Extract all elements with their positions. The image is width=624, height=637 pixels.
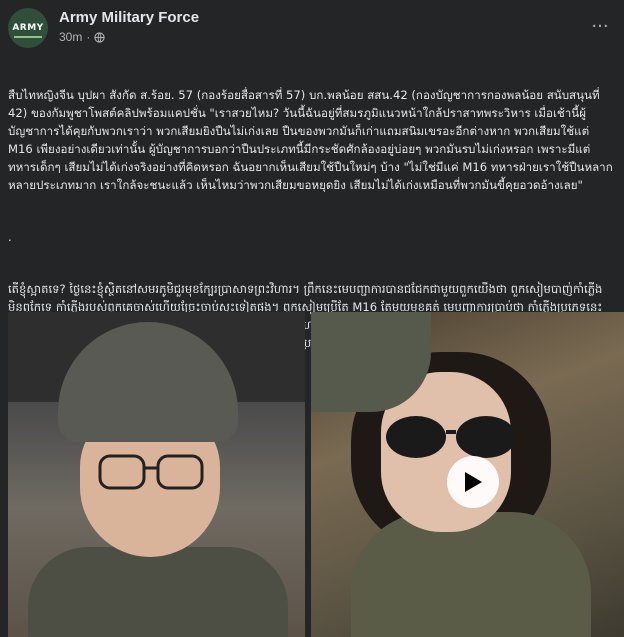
post-text-thai: สืบไทหญิงจีน บุปผา สังกัด ส.ร้อย. 57 (กอ…: [8, 88, 613, 192]
post-separator: .: [8, 230, 12, 244]
page-name-link[interactable]: Army Military Force: [59, 9, 199, 26]
page-avatar[interactable]: ARMY: [8, 8, 48, 48]
meta-separator-dot: ·: [86, 30, 91, 44]
post-header: ARMY Army Military Force 30m · ···: [0, 0, 624, 50]
sunglasses-icon: [386, 416, 516, 458]
post-photo-left[interactable]: [8, 312, 305, 637]
play-icon[interactable]: [447, 456, 499, 508]
video-subject-uniform: [351, 512, 591, 637]
photo-subject-uniform: [28, 547, 288, 637]
post-timestamp[interactable]: 30m: [59, 30, 82, 44]
post-meta: 30m ·: [59, 30, 105, 44]
avatar-logo-text: ARMY: [12, 23, 44, 33]
glasses-icon: [98, 454, 204, 490]
post-video-thumbnail[interactable]: [311, 312, 624, 637]
more-options-icon[interactable]: ···: [586, 12, 614, 40]
avatar-logo-stripe: [14, 36, 42, 38]
globe-icon: [94, 31, 105, 43]
